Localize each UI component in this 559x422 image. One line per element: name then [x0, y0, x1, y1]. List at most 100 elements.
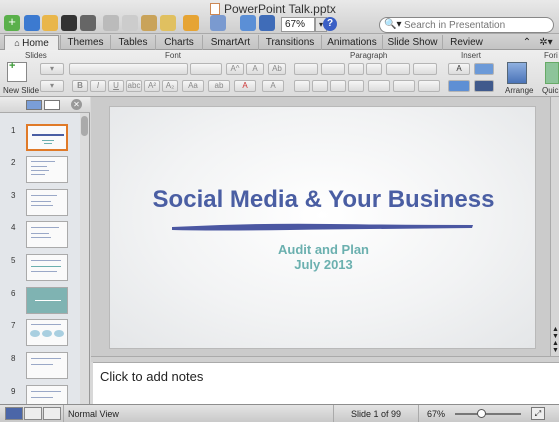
font-color-icon[interactable]: A — [234, 80, 256, 92]
close-pane-icon[interactable]: ✕ — [71, 99, 82, 110]
bullets-icon[interactable] — [294, 63, 318, 75]
slide-thumbnail[interactable] — [26, 287, 68, 314]
slide-thumbnail[interactable] — [26, 254, 68, 281]
section-button[interactable]: ▾ — [40, 80, 64, 92]
search-box[interactable]: 🔍▾ — [379, 17, 554, 33]
list-item[interactable]: 5 — [0, 254, 80, 286]
tab-home[interactable]: ⌂ Home — [4, 35, 59, 50]
tab-review[interactable]: Review — [442, 35, 490, 50]
slide-thumbnail[interactable] — [26, 221, 68, 248]
list-item[interactable]: 3 — [0, 189, 80, 221]
scrollbar-thumb[interactable] — [81, 116, 88, 136]
increase-indent-icon[interactable] — [366, 63, 382, 75]
zoom-slider[interactable] — [455, 413, 521, 415]
text-box-icon[interactable]: A — [448, 63, 470, 75]
slide-title[interactable]: Social Media & Your Business — [110, 186, 537, 214]
list-item[interactable]: 9 — [0, 385, 80, 404]
media-icon[interactable] — [474, 80, 494, 92]
slide-thumbnail[interactable] — [26, 319, 68, 346]
subscript-icon[interactable]: A₂ — [162, 80, 178, 92]
picture-icon[interactable] — [474, 63, 494, 75]
redo-icon[interactable] — [210, 15, 226, 31]
collapse-ribbon-icon[interactable]: ⌃ — [520, 35, 534, 50]
zoom-slider-knob[interactable] — [477, 409, 486, 418]
quick-styles-icon[interactable] — [545, 62, 559, 84]
decrease-indent-icon[interactable] — [348, 63, 364, 75]
open-icon[interactable] — [42, 15, 58, 31]
strikethrough-icon[interactable]: abc — [126, 80, 142, 92]
help-icon[interactable]: ? — [323, 17, 337, 31]
grow-font-icon[interactable]: A^ — [226, 63, 244, 75]
clear-format-icon[interactable]: Ab — [268, 63, 286, 75]
slide-thumbnail[interactable] — [26, 352, 68, 379]
list-item[interactable]: 8 — [0, 352, 80, 384]
list-item[interactable]: 4 — [0, 221, 80, 253]
slide-show-icon[interactable] — [240, 15, 256, 31]
align-text-icon[interactable] — [393, 80, 415, 92]
templates-icon[interactable] — [24, 15, 40, 31]
font-size-field[interactable] — [190, 63, 222, 75]
tab-themes[interactable]: Themes — [60, 35, 110, 50]
paste-icon[interactable] — [141, 15, 157, 31]
ribbon-settings-icon[interactable]: ✲▾ — [537, 35, 555, 50]
slide-thumbnail[interactable] — [26, 385, 68, 404]
normal-view-icon[interactable] — [5, 407, 23, 420]
tab-smartart[interactable]: SmartArt — [202, 35, 258, 50]
bold-icon[interactable]: B — [72, 80, 88, 92]
superscript-icon[interactable]: A² — [144, 80, 160, 92]
italic-icon[interactable]: I — [90, 80, 106, 92]
new-slide-button[interactable]: New Slide — [3, 86, 39, 95]
line-spacing-icon[interactable] — [386, 63, 410, 75]
align-right-icon[interactable] — [330, 80, 346, 92]
tab-animations[interactable]: Animations — [321, 35, 382, 50]
list-item[interactable]: 1 — [0, 124, 80, 156]
new-document-icon[interactable]: + — [4, 15, 20, 31]
prev-next-slide-icon[interactable]: ▲ ▼ ▲ ▼ — [551, 326, 559, 354]
tab-transitions[interactable]: Transitions — [258, 35, 321, 50]
numbering-icon[interactable] — [321, 63, 345, 75]
cut-icon[interactable] — [103, 15, 119, 31]
copy-icon[interactable] — [122, 15, 138, 31]
smartart-convert-icon[interactable] — [418, 80, 440, 92]
search-input[interactable] — [404, 19, 549, 31]
slide-scrollbar[interactable]: ▲ ▼ ▲ ▼ — [550, 97, 559, 356]
new-slide-icon[interactable]: + — [7, 60, 27, 82]
quick-styles-button[interactable]: Quic — [542, 86, 558, 95]
arrange-icon[interactable] — [507, 62, 527, 84]
change-case-icon[interactable]: Aa — [182, 80, 204, 92]
text-effects-icon[interactable]: A — [262, 80, 284, 92]
notes-pane[interactable]: Click to add notes — [93, 362, 559, 404]
shrink-font-icon[interactable]: A — [246, 63, 264, 75]
notes-placeholder[interactable]: Click to add notes — [100, 369, 203, 384]
tab-charts[interactable]: Charts — [155, 35, 202, 50]
zoom-field[interactable]: 67% — [281, 17, 315, 32]
slides-pane-scrollbar[interactable] — [80, 113, 89, 404]
underline-icon[interactable]: U — [108, 80, 124, 92]
justify-icon[interactable] — [348, 80, 364, 92]
slide-thumbnail[interactable] — [26, 124, 68, 151]
arrange-button[interactable]: Arrange — [505, 86, 533, 95]
print-icon[interactable] — [80, 15, 96, 31]
save-icon[interactable] — [61, 15, 77, 31]
align-left-icon[interactable] — [294, 80, 310, 92]
tab-tables[interactable]: Tables — [110, 35, 155, 50]
columns-icon[interactable] — [413, 63, 437, 75]
list-item[interactable]: 2 — [0, 156, 80, 188]
align-center-icon[interactable] — [312, 80, 328, 92]
format-painter-icon[interactable] — [160, 15, 176, 31]
slide-thumbnail[interactable] — [26, 156, 68, 183]
slide-thumbnail[interactable] — [26, 189, 68, 216]
list-item[interactable]: 6 — [0, 287, 80, 319]
tab-slide-show[interactable]: Slide Show — [382, 35, 442, 50]
outline-view-tab-icon[interactable] — [44, 100, 60, 110]
media-browser-icon[interactable] — [259, 15, 275, 31]
slide-sorter-icon[interactable] — [24, 407, 42, 420]
slide-subtitle-2[interactable]: July 2013 — [110, 257, 537, 272]
fit-to-window-icon[interactable]: ⤢ — [531, 407, 545, 420]
layout-button[interactable]: ▾ — [40, 63, 64, 75]
undo-icon[interactable] — [183, 15, 199, 31]
slide-subtitle-1[interactable]: Audit and Plan — [110, 242, 537, 257]
highlight-icon[interactable]: ab — [208, 80, 230, 92]
font-name-field[interactable] — [69, 63, 188, 75]
slide-show-view-icon[interactable] — [43, 407, 61, 420]
